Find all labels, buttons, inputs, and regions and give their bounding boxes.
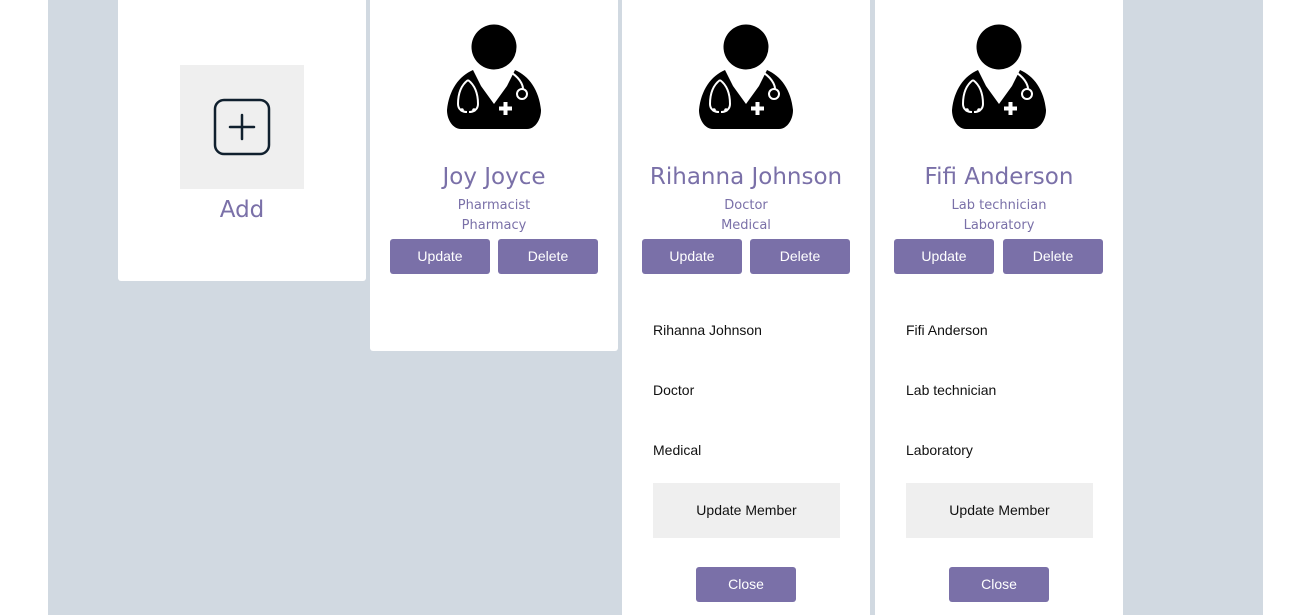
add-member-card: Add: [118, 0, 366, 281]
member-role: Pharmacist: [457, 198, 531, 213]
member-department: Pharmacy: [461, 218, 527, 233]
doctor-avatar-icon: [699, 24, 793, 129]
name-field[interactable]: Rihanna Johnson: [653, 322, 843, 338]
member-role: Doctor: [724, 198, 768, 213]
member-card: Fifi Anderson Lab technician Laboratory …: [875, 0, 1123, 615]
add-label: Add: [219, 197, 265, 223]
name-field[interactable]: Fifi Anderson: [906, 322, 1096, 338]
close-button[interactable]: Close: [949, 567, 1049, 602]
role-field[interactable]: Lab technician: [906, 382, 1096, 398]
delete-button[interactable]: Delete: [1003, 239, 1103, 274]
member-name: Joy Joyce: [442, 164, 546, 190]
plus-square-icon: [213, 98, 271, 156]
department-field[interactable]: Laboratory: [906, 442, 1096, 458]
department-field[interactable]: Medical: [653, 442, 843, 458]
member-name: Fifi Anderson: [924, 164, 1074, 190]
update-member-button[interactable]: Update Member: [653, 483, 840, 538]
member-card: Joy Joyce Pharmacist Pharmacy Update Del…: [370, 0, 618, 351]
delete-button[interactable]: Delete: [498, 239, 598, 274]
doctor-avatar-icon: [447, 24, 541, 129]
member-department: Laboratory: [963, 218, 1035, 233]
role-field[interactable]: Doctor: [653, 382, 843, 398]
update-button[interactable]: Update: [642, 239, 742, 274]
member-card: Rihanna Johnson Doctor Medical Update De…: [622, 0, 870, 615]
update-button[interactable]: Update: [894, 239, 994, 274]
close-button[interactable]: Close: [696, 567, 796, 602]
add-member-button[interactable]: [180, 65, 304, 189]
member-role: Lab technician: [951, 198, 1047, 213]
update-member-button[interactable]: Update Member: [906, 483, 1093, 538]
member-department: Medical: [721, 218, 771, 233]
member-name: Rihanna Johnson: [649, 164, 843, 190]
doctor-avatar-icon: [952, 24, 1046, 129]
delete-button[interactable]: Delete: [750, 239, 850, 274]
update-button[interactable]: Update: [390, 239, 490, 274]
